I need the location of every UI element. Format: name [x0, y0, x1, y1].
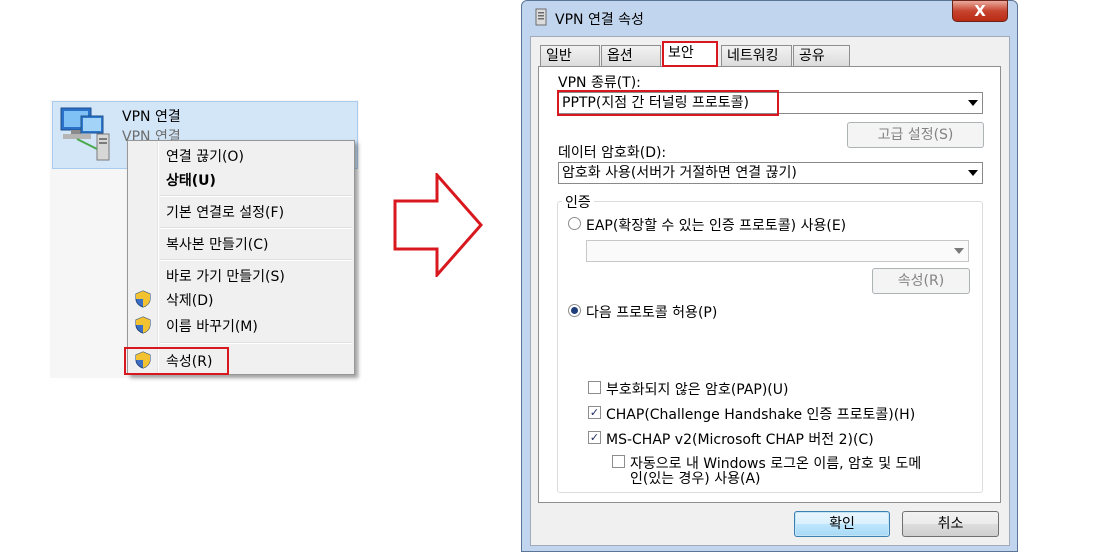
eap-properties-button[interactable]: 속성(R) — [872, 268, 970, 294]
chap-label[interactable]: CHAP(Challenge Handshake 인증 프로토콜)(H) — [606, 404, 915, 424]
tab-networking[interactable]: 네트워킹 — [721, 45, 792, 66]
authentication-group-label: 인증 — [562, 192, 594, 212]
tab-options[interactable]: 옵션 — [601, 45, 661, 66]
menu-item-rename[interactable]: 이름 바꾸기(M) — [166, 316, 258, 336]
pap-label[interactable]: 부호화되지 않은 암호(PAP)(U) — [606, 379, 788, 399]
highlight-box-security-tab — [662, 41, 718, 67]
chevron-down-icon — [968, 170, 978, 176]
encryption-value: 암호화 사용(서버가 거절하면 연결 끊기) — [562, 165, 797, 181]
chevron-down-icon — [954, 248, 964, 254]
uac-shield-icon — [135, 290, 151, 308]
vpn-type-label: VPN 종류(T): — [558, 75, 641, 91]
menu-item-set-default[interactable]: 기본 연결로 설정(F) — [166, 202, 284, 222]
autologon-label-line2[interactable]: 인(있는 경우) 사용(A) — [630, 468, 761, 488]
dialog-title: VPN 연결 속성 — [555, 12, 644, 28]
chap-checkbox[interactable]: ✓ — [588, 406, 601, 419]
cancel-button[interactable]: 취소 — [902, 511, 999, 537]
menu-item-create-copy[interactable]: 복사본 만들기(C) — [166, 234, 268, 254]
context-menu-gutter — [157, 141, 159, 374]
allow-protocols-radio[interactable] — [568, 304, 581, 317]
menu-item-status[interactable]: 상태(U) — [166, 170, 216, 190]
menu-separator — [160, 342, 352, 344]
tab-general[interactable]: 일반 — [540, 45, 600, 66]
network-connection-icon — [60, 107, 110, 161]
advanced-settings-button[interactable]: 고급 설정(S) — [847, 122, 984, 148]
menu-separator — [160, 227, 352, 229]
connection-name: VPN 연결 — [122, 109, 181, 125]
menu-separator — [160, 195, 352, 197]
mschapv2-checkbox[interactable]: ✓ — [588, 431, 601, 444]
right-arrow-icon — [393, 173, 483, 277]
pap-checkbox[interactable] — [588, 381, 601, 394]
allow-protocols-label[interactable]: 다음 프로토콜 허용(P) — [586, 302, 717, 322]
eap-radio[interactable] — [568, 217, 581, 230]
ok-button[interactable]: 확인 — [794, 511, 890, 537]
mschapv2-label[interactable]: MS-CHAP v2(Microsoft CHAP 버전 2)(C) — [606, 429, 874, 449]
autologon-checkbox[interactable] — [612, 455, 625, 468]
menu-separator — [160, 259, 352, 261]
close-button[interactable]: X — [952, 0, 1008, 22]
chevron-down-icon — [968, 100, 978, 106]
context-menu — [127, 140, 355, 375]
tab-sharing[interactable]: 공유 — [793, 45, 850, 66]
menu-item-delete[interactable]: 삭제(D) — [166, 290, 213, 310]
encryption-dropdown[interactable]: 암호화 사용(서버가 거절하면 연결 끊기) — [558, 162, 983, 184]
eap-radio-label[interactable]: EAP(확장할 수 있는 인증 프로토콜) 사용(E) — [586, 215, 846, 235]
highlight-box-properties — [124, 347, 229, 375]
network-adapter-icon — [535, 8, 547, 26]
encryption-label: 데이터 암호화(D): — [558, 145, 667, 161]
menu-item-create-shortcut[interactable]: 바로 가기 만들기(S) — [166, 266, 285, 286]
uac-shield-icon — [135, 316, 151, 334]
eap-method-dropdown[interactable] — [586, 240, 969, 262]
highlight-box-vpn-type — [557, 90, 779, 116]
menu-item-disconnect[interactable]: 연결 끊기(O) — [166, 146, 244, 166]
